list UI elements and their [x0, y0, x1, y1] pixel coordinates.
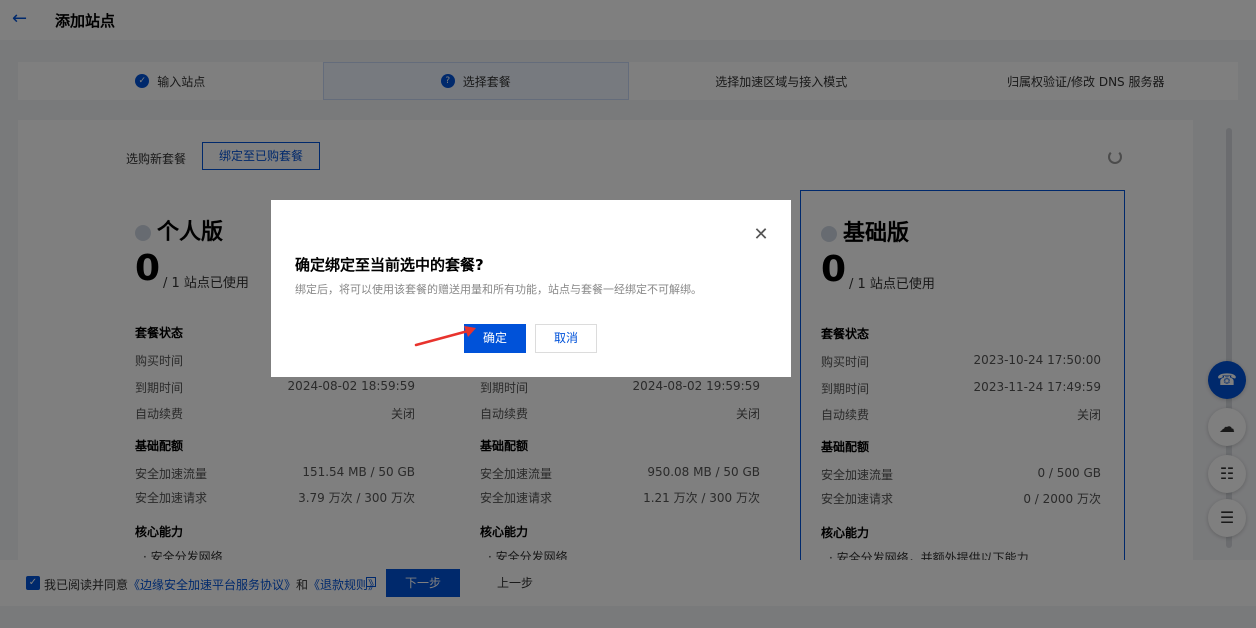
dialog-description: 绑定后，将可以使用该套餐的赠送用量和所有功能，站点与套餐一经绑定不可解绑。 [295, 283, 702, 296]
confirm-bind-dialog: ✕ 确定绑定至当前选中的套餐? 绑定后，将可以使用该套餐的赠送用量和所有功能，站… [271, 200, 791, 377]
annotation-arrow-icon [414, 326, 476, 347]
dialog-title: 确定绑定至当前选中的套餐? [295, 256, 484, 274]
close-icon[interactable]: ✕ [753, 226, 769, 244]
cancel-button[interactable]: 取消 [535, 324, 597, 353]
